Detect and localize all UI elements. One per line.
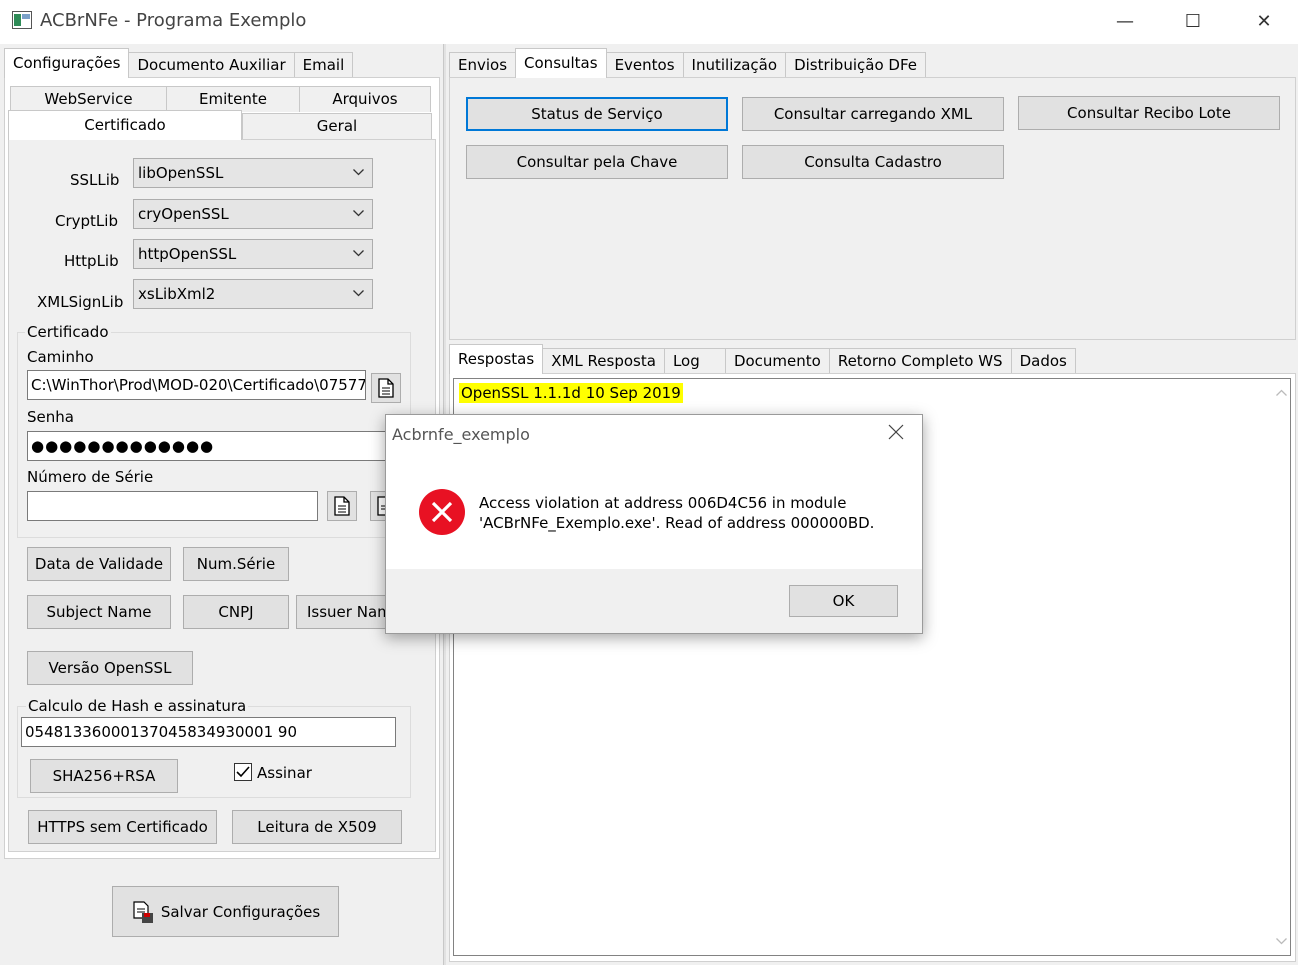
tab-envios[interactable]: Envios bbox=[449, 52, 517, 78]
versao-openssl-button[interactable]: Versão OpenSSL bbox=[27, 651, 193, 685]
chevron-down-icon bbox=[353, 210, 364, 217]
ssllib-select[interactable]: libOpenSSL bbox=[133, 158, 373, 188]
ssllib-label: SSLLib bbox=[70, 171, 120, 189]
tab-xml-resposta[interactable]: XML Resposta bbox=[542, 348, 665, 374]
subtab-arquivos[interactable]: Arquivos bbox=[299, 86, 431, 112]
salvar-configuracoes-button[interactable]: Salvar Configurações bbox=[112, 886, 339, 937]
checkmark-icon bbox=[236, 766, 250, 778]
salvar-label: Salvar Configurações bbox=[160, 902, 321, 921]
numero-serie-input[interactable] bbox=[27, 491, 318, 521]
consultar-xml-button[interactable]: Consultar carregando XML bbox=[742, 97, 1004, 131]
tab-inutilizacao[interactable]: Inutilização bbox=[682, 52, 787, 78]
data-validade-button[interactable]: Data de Validade bbox=[27, 547, 171, 581]
numero-serie-label: Número de Série bbox=[27, 468, 154, 486]
tab-log[interactable]: Log bbox=[663, 348, 726, 374]
chevron-down-icon bbox=[353, 169, 364, 176]
chevron-down-icon bbox=[353, 250, 364, 257]
subtab-emitente[interactable]: Emitente bbox=[166, 86, 300, 112]
right-tab-bar: Envios Consultas Eventos Inutilização Di… bbox=[449, 48, 926, 78]
error-icon bbox=[419, 489, 465, 535]
cnpj-button[interactable]: CNPJ bbox=[183, 595, 289, 629]
ok-button[interactable]: OK bbox=[789, 585, 898, 617]
tab-eventos[interactable]: Eventos bbox=[605, 52, 684, 78]
response-tab-bar: Respostas XML Resposta Log Documento Ret… bbox=[449, 344, 1076, 374]
select-serie-button[interactable] bbox=[327, 491, 357, 521]
chevron-up-icon[interactable] bbox=[1276, 389, 1287, 396]
document-icon bbox=[378, 378, 394, 398]
tab-distribuicao-dfe[interactable]: Distribuição DFe bbox=[785, 52, 926, 78]
config-subtab-row1: WebService Emitente Arquivos bbox=[10, 86, 431, 112]
tab-documento[interactable]: Documento bbox=[724, 348, 830, 374]
caminho-input[interactable]: C:\WinThor\Prod\MOD-020\Certificado\0757… bbox=[27, 370, 366, 400]
document-icon bbox=[334, 496, 350, 516]
assinar-label: Assinar bbox=[257, 764, 312, 782]
cryptlib-select[interactable]: cryOpenSSL bbox=[133, 199, 373, 229]
dialog-message-line2: 'ACBrNFe_Exemplo.exe'. Read of address 0… bbox=[479, 514, 875, 532]
close-icon bbox=[888, 424, 904, 440]
hash-group-title: Calculo de Hash e assinatura bbox=[26, 697, 249, 715]
httplib-label: HttpLib bbox=[64, 252, 119, 270]
consultar-recibo-lote-button[interactable]: Consultar Recibo Lote bbox=[1018, 96, 1280, 130]
response-text: OpenSSL 1.1.1d 10 Sep 2019 bbox=[459, 383, 683, 403]
dialog-close-button[interactable] bbox=[876, 421, 916, 449]
tab-email[interactable]: Email bbox=[293, 52, 354, 78]
xmlsignlib-value: xsLibXml2 bbox=[138, 285, 216, 303]
minimize-button[interactable]: — bbox=[1103, 8, 1147, 36]
browse-certificado-button[interactable] bbox=[371, 373, 401, 403]
https-sem-certificado-button[interactable]: HTTPS sem Certificado bbox=[28, 810, 217, 844]
httplib-select[interactable]: httpOpenSSL bbox=[133, 239, 373, 269]
cryptlib-label: CryptLib bbox=[55, 212, 118, 230]
xmlsignlib-select[interactable]: xsLibXml2 bbox=[133, 279, 373, 309]
window-title: ACBrNFe - Programa Exemplo bbox=[40, 10, 307, 31]
consulta-cadastro-button[interactable]: Consulta Cadastro bbox=[742, 145, 1004, 179]
consultar-chave-button[interactable]: Consultar pela Chave bbox=[466, 145, 728, 179]
chevron-down-icon[interactable] bbox=[1276, 938, 1287, 945]
app-icon bbox=[12, 11, 32, 29]
title-bar: ACBrNFe - Programa Exemplo — ☐ ✕ bbox=[0, 0, 1298, 44]
cryptlib-value: cryOpenSSL bbox=[138, 205, 229, 223]
senha-label: Senha bbox=[27, 408, 74, 426]
close-window-button[interactable]: ✕ bbox=[1242, 8, 1286, 36]
tab-documento-auxiliar[interactable]: Documento Auxiliar bbox=[128, 52, 295, 78]
hash-input[interactable]: 05481336000137045834930001 90 bbox=[21, 717, 396, 747]
status-servico-button[interactable]: Status de Serviço bbox=[466, 97, 728, 131]
tab-dados[interactable]: Dados bbox=[1010, 348, 1076, 374]
dialog-footer: OK bbox=[386, 569, 922, 633]
tab-consultas[interactable]: Consultas bbox=[515, 48, 607, 78]
tab-respostas[interactable]: Respostas bbox=[449, 344, 544, 374]
ssllib-value: libOpenSSL bbox=[138, 164, 224, 182]
senha-input[interactable]: ●●●●●●●●●●●●● bbox=[27, 431, 397, 461]
tab-retorno-completo-ws[interactable]: Retorno Completo WS bbox=[828, 348, 1012, 374]
num-serie-button[interactable]: Num.Série bbox=[183, 547, 289, 581]
subject-name-button[interactable]: Subject Name bbox=[27, 595, 171, 629]
sha256-rsa-button[interactable]: SHA256+RSA bbox=[30, 759, 178, 793]
certificado-group-title: Certificado bbox=[25, 323, 111, 341]
dialog-title: Acbrnfe_exemplo bbox=[392, 425, 530, 444]
caminho-label: Caminho bbox=[27, 348, 94, 366]
assinar-checkbox[interactable] bbox=[234, 763, 252, 781]
left-tab-bar: Configurações Documento Auxiliar Email bbox=[4, 48, 354, 78]
httplib-value: httpOpenSSL bbox=[138, 245, 237, 263]
dialog-message-line1: Access violation at address 006D4C56 in … bbox=[479, 494, 847, 512]
chevron-down-icon bbox=[353, 290, 364, 297]
tab-configuracoes[interactable]: Configurações bbox=[4, 48, 130, 78]
xmlsignlib-label: XMLSignLib bbox=[37, 293, 124, 311]
subtab-certificado[interactable]: Certificado bbox=[8, 110, 242, 140]
subtab-webservice[interactable]: WebService bbox=[10, 86, 167, 112]
error-dialog: Acbrnfe_exemplo Access violation at addr… bbox=[385, 414, 923, 634]
maximize-button[interactable]: ☐ bbox=[1171, 8, 1215, 36]
vertical-scrollbar[interactable] bbox=[1273, 379, 1290, 955]
subtab-geral[interactable]: Geral bbox=[242, 113, 432, 139]
dialog-message: Access violation at address 006D4C56 in … bbox=[479, 493, 874, 533]
save-icon bbox=[133, 900, 153, 923]
leitura-x509-button[interactable]: Leitura de X509 bbox=[232, 810, 402, 844]
